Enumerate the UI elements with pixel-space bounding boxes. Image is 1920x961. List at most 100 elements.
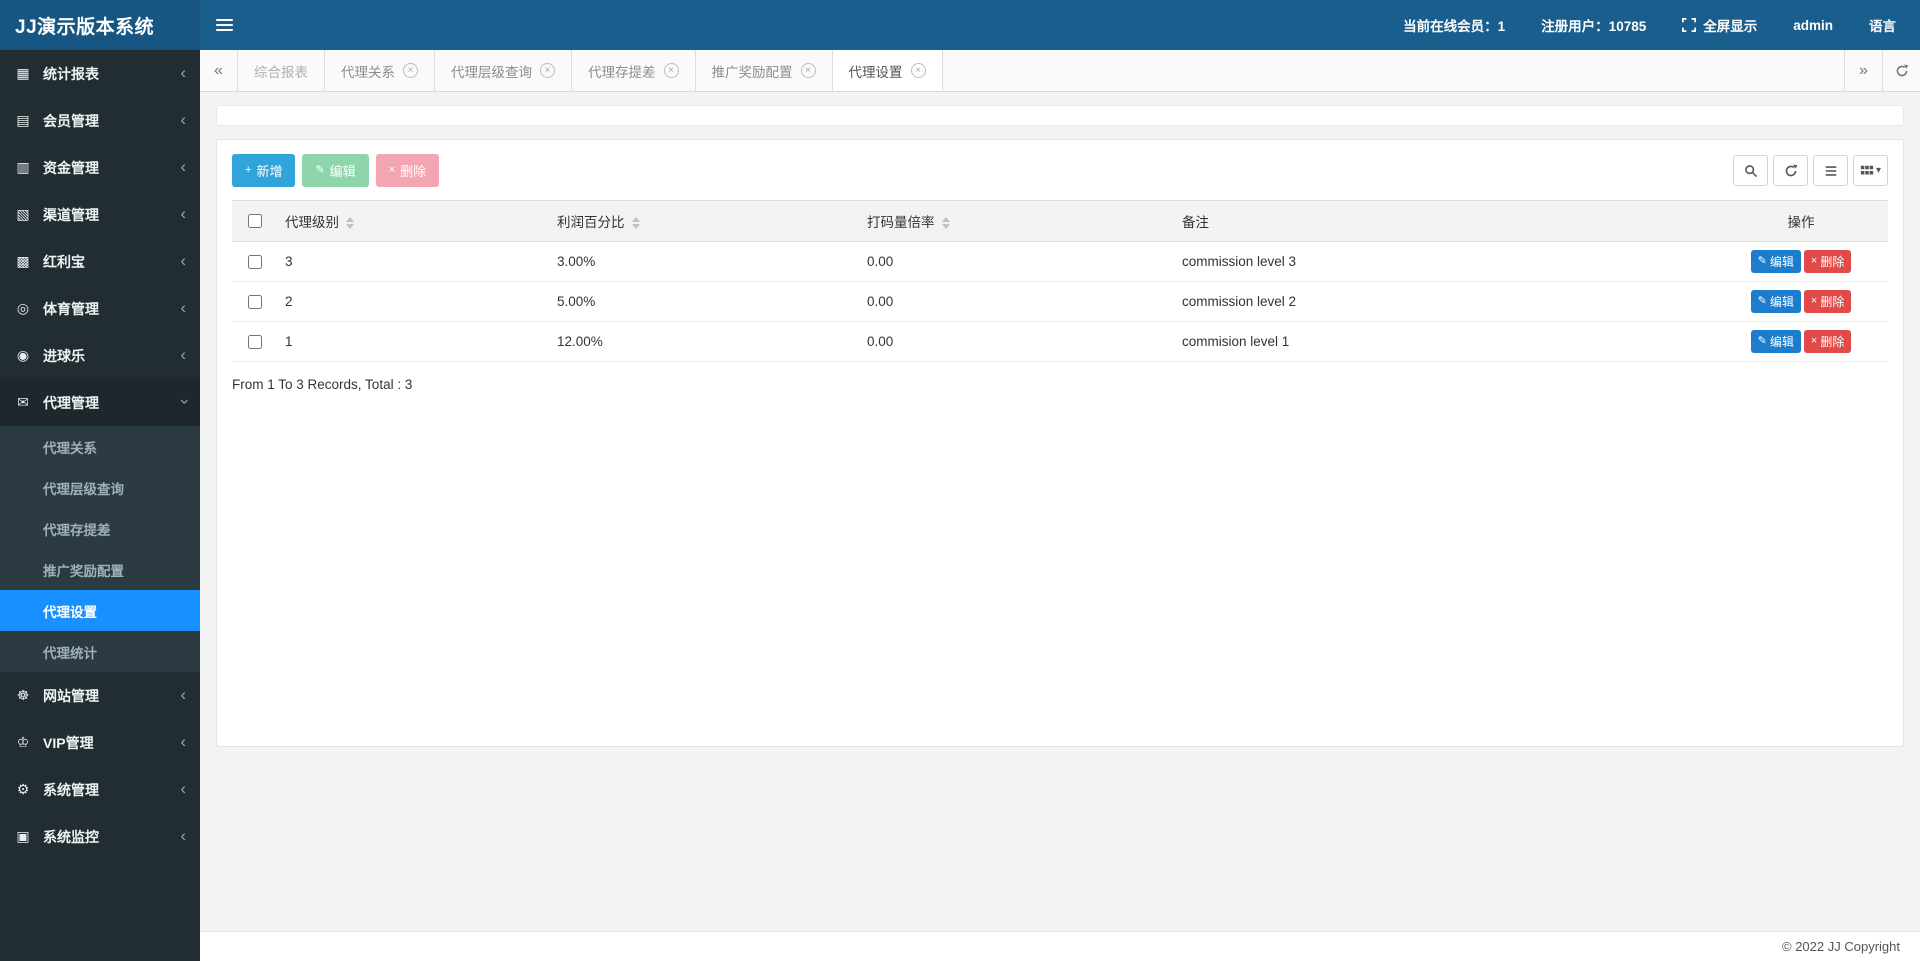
- close-icon[interactable]: ×: [403, 63, 418, 78]
- sidebar-subitem-agent-level-query[interactable]: 代理层级查询: [0, 467, 200, 508]
- tab-agent-deposit-diff[interactable]: 代理存提差 ×: [572, 50, 696, 91]
- cell-profit: 5.00%: [549, 281, 859, 322]
- sidebar-item-vip[interactable]: ♔ VIP管理 ‹: [0, 719, 200, 766]
- sidebar-toggle-button[interactable]: [200, 0, 248, 50]
- agent-settings-table: 代理级别 利润百分比 打码量倍率 备注 操作 3 3.00% 0.00 comm…: [232, 200, 1888, 362]
- tab-agent-level-query[interactable]: 代理层级查询 ×: [435, 50, 572, 91]
- row-delete-button[interactable]: × 删除: [1803, 330, 1852, 353]
- tabs-refresh-button[interactable]: [1882, 50, 1920, 91]
- language-menu[interactable]: 语言: [1869, 15, 1896, 35]
- close-icon[interactable]: ×: [910, 63, 926, 78]
- hamburger-icon: [215, 24, 233, 26]
- chevron-left-icon: ‹: [180, 345, 186, 364]
- sidebar-subitem-agent-statistics[interactable]: 代理统计: [0, 631, 200, 672]
- close-icon[interactable]: ×: [663, 63, 679, 78]
- row-checkbox[interactable]: [248, 254, 262, 269]
- content-area: + 新增 ✎ 编辑 × 删除 ▾ 代理级别 利润百分比 打码量倍率 备注 操作 …: [200, 92, 1920, 931]
- hamburger-icon: [215, 29, 233, 31]
- sports-icon: ◎: [16, 300, 30, 316]
- row-delete-button[interactable]: × 删除: [1803, 290, 1852, 313]
- columns-button[interactable]: ▾: [1853, 155, 1888, 186]
- sort-icon[interactable]: [631, 217, 640, 230]
- admin-menu[interactable]: admin: [1793, 18, 1833, 33]
- row-delete-button[interactable]: × 删除: [1803, 250, 1852, 273]
- gears-icon: ☸: [16, 687, 30, 703]
- row-edit-button[interactable]: ✎ 编辑: [1750, 290, 1801, 313]
- delete-icon: ×: [1810, 295, 1818, 307]
- sidebar-item-stats-report[interactable]: ▦ 统计报表 ‹: [0, 50, 200, 97]
- copyright-text: © 2022 JJ Copyright: [1782, 939, 1900, 954]
- table-body: 3 3.00% 0.00 commission level 3 ✎ 编辑 × 删除 2…: [232, 241, 1888, 362]
- sidebar-item-website[interactable]: ☸ 网站管理 ‹: [0, 672, 200, 719]
- column-header-rate[interactable]: 打码量倍率: [859, 200, 1174, 242]
- column-header-level[interactable]: 代理级别: [277, 200, 549, 242]
- column-header-profit[interactable]: 利润百分比: [549, 200, 859, 242]
- row-checkbox[interactable]: [248, 334, 262, 349]
- sidebar-item-funds[interactable]: ▥ 资金管理 ‹: [0, 144, 200, 191]
- brand-logo[interactable]: JJ演示版本系统: [0, 0, 200, 50]
- sidebar-subitem-agent-settings[interactable]: 代理设置: [0, 590, 200, 631]
- gear-icon: ⚙: [16, 781, 30, 797]
- add-button-label: 新增: [256, 164, 283, 179]
- sidebar-item-bonus[interactable]: ▩ 红利宝 ‹: [0, 238, 200, 285]
- tab-label: 综合报表: [254, 64, 308, 80]
- header-checkbox-cell: [232, 200, 277, 242]
- chevron-left-icon: ‹: [180, 826, 186, 845]
- sidebar-item-label: 进球乐: [43, 347, 85, 364]
- sidebar-item-channels[interactable]: ▧ 渠道管理 ‹: [0, 191, 200, 238]
- close-icon[interactable]: ×: [800, 63, 816, 78]
- tabs-scroll-left-button[interactable]: «: [200, 50, 238, 91]
- tab-agent-settings[interactable]: 代理设置 ×: [832, 50, 943, 91]
- cell-level: 3: [277, 241, 549, 282]
- sort-icon[interactable]: [941, 217, 950, 230]
- tab-label: 推广奖励配置: [711, 64, 793, 80]
- toggle-view-button[interactable]: [1813, 155, 1848, 186]
- fullscreen-button[interactable]: 全屏显示: [1682, 15, 1757, 35]
- delete-icon: ×: [1810, 255, 1818, 267]
- close-icon[interactable]: ×: [540, 63, 555, 78]
- tabs: 综合报表 代理关系 × 代理层级查询 × 代理存提差 × 推广奖励配置 × 代理…: [238, 50, 943, 91]
- cell-profit: 12.00%: [549, 321, 859, 362]
- chevron-left-icon: ‹: [180, 204, 186, 223]
- sidebar-item-sports[interactable]: ◎ 体育管理 ‹: [0, 285, 200, 332]
- row-edit-button[interactable]: ✎ 编辑: [1750, 250, 1801, 273]
- app-root: JJ演示版本系统 当前在线会员：1 注册用户：10785 全屏显示 admin …: [0, 0, 1920, 961]
- row-edit-button[interactable]: ✎ 编辑: [1750, 330, 1801, 353]
- sidebar-subitem-agent-relation[interactable]: 代理关系: [0, 426, 200, 467]
- delete-button[interactable]: × 删除: [375, 154, 440, 187]
- search-button[interactable]: [1733, 155, 1768, 186]
- sidebar-item-label: 渠道管理: [43, 206, 99, 223]
- table-row: 3 3.00% 0.00 commission level 3 ✎ 编辑 × 删除: [232, 241, 1888, 282]
- add-button[interactable]: + 新增: [232, 154, 296, 187]
- tabs-scroll-right-button[interactable]: »: [1844, 50, 1882, 91]
- row-delete-label: 删除: [1820, 295, 1845, 309]
- select-all-checkbox[interactable]: [248, 214, 262, 228]
- sidebar-item-soccer[interactable]: ◉ 进球乐 ‹: [0, 332, 200, 379]
- sidebar-item-label: 代理管理: [43, 394, 99, 411]
- row-edit-label: 编辑: [1769, 335, 1794, 349]
- edit-icon: ✎: [1757, 335, 1767, 347]
- bonus-icon: ▩: [16, 253, 30, 269]
- edit-button[interactable]: ✎ 编辑: [302, 154, 369, 187]
- query-panel[interactable]: [216, 105, 1904, 126]
- sidebar-item-label: 系统管理: [43, 781, 99, 798]
- row-checkbox[interactable]: [248, 294, 262, 309]
- refresh-icon: [1896, 64, 1908, 76]
- sidebar-item-system-monitor[interactable]: ▣ 系统监控 ‹: [0, 813, 200, 860]
- sidebar-subitem-promo-reward-config[interactable]: 推广奖励配置: [0, 549, 200, 590]
- sidebar-item-system-management[interactable]: ⚙ 系统管理 ‹: [0, 766, 200, 813]
- refresh-button[interactable]: [1773, 155, 1808, 186]
- table-row: 2 5.00% 0.00 commission level 2 ✎ 编辑 × 删除: [232, 281, 1888, 322]
- sidebar-item-members[interactable]: ▤ 会员管理 ‹: [0, 97, 200, 144]
- sort-icon[interactable]: [346, 217, 354, 230]
- chevron-left-icon: ‹: [180, 685, 186, 704]
- sidebar-item-agent-management[interactable]: ✉ 代理管理 ‹: [0, 379, 200, 426]
- sidebar-item-label: 体育管理: [43, 300, 99, 317]
- tab-promo-reward-config[interactable]: 推广奖励配置 ×: [696, 50, 833, 91]
- tab-overview-report[interactable]: 综合报表: [238, 50, 325, 91]
- sidebar-subitem-agent-deposit-diff[interactable]: 代理存提差: [0, 508, 200, 549]
- subitem-label: 推广奖励配置: [43, 563, 124, 579]
- fullscreen-label: 全屏显示: [1703, 19, 1758, 34]
- tab-agent-relation[interactable]: 代理关系 ×: [325, 50, 435, 91]
- sidebar-item-label: 网站管理: [43, 687, 99, 704]
